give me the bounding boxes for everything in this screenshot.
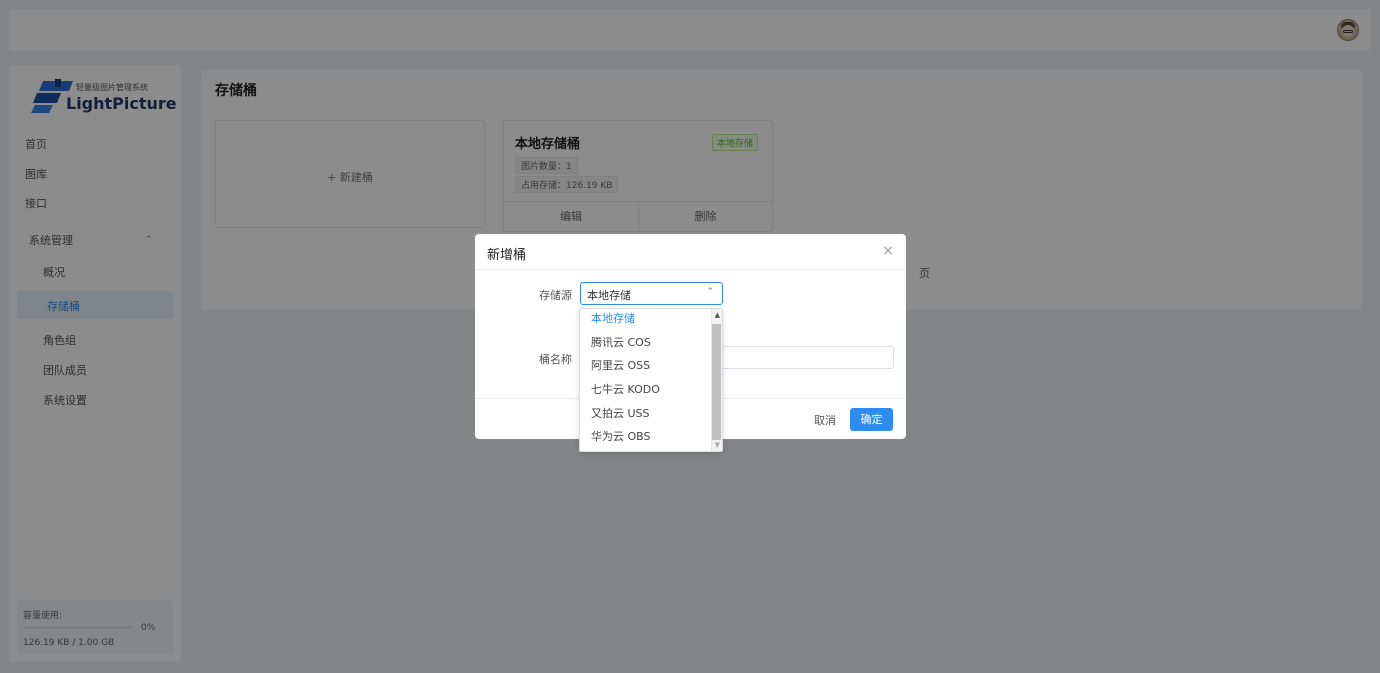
select-value: 本地存储 — [587, 289, 631, 302]
cancel-button[interactable]: 取消 — [803, 410, 847, 432]
scroll-down-icon[interactable]: ▼ — [715, 441, 720, 449]
storage-source-label: 存储源 — [539, 289, 572, 302]
dropdown-option[interactable]: 七牛云 KODO — [580, 378, 712, 402]
close-icon[interactable]: × — [882, 243, 894, 259]
storage-source-dropdown: 本地存储 腾讯云 COS 阿里云 OSS 七牛云 KODO 又拍云 USS 华为… — [579, 308, 723, 452]
storage-source-select[interactable]: 本地存储 ⌃ — [580, 282, 723, 305]
dropdown-option[interactable]: 本地存储 — [580, 309, 712, 331]
dialog-divider — [475, 269, 906, 270]
scrollbar-thumb[interactable] — [712, 324, 721, 440]
dialog-title: 新增桶 — [487, 248, 527, 263]
dropdown-option[interactable]: 又拍云 USS — [580, 402, 712, 426]
dropdown-option[interactable]: 腾讯云 COS — [580, 331, 712, 355]
dropdown-option[interactable]: 阿里云 OSS — [580, 354, 712, 378]
confirm-button[interactable]: 确定 — [850, 408, 893, 431]
bucket-name-label: 桶名称 — [539, 353, 572, 366]
scroll-up-icon[interactable]: ▲ — [715, 311, 720, 319]
dropdown-option[interactable]: 华为云 OBS — [580, 425, 712, 449]
dropdown-scrollbar[interactable]: ▲ ▼ — [711, 309, 722, 451]
chevron-up-icon: ⌃ — [706, 287, 714, 297]
